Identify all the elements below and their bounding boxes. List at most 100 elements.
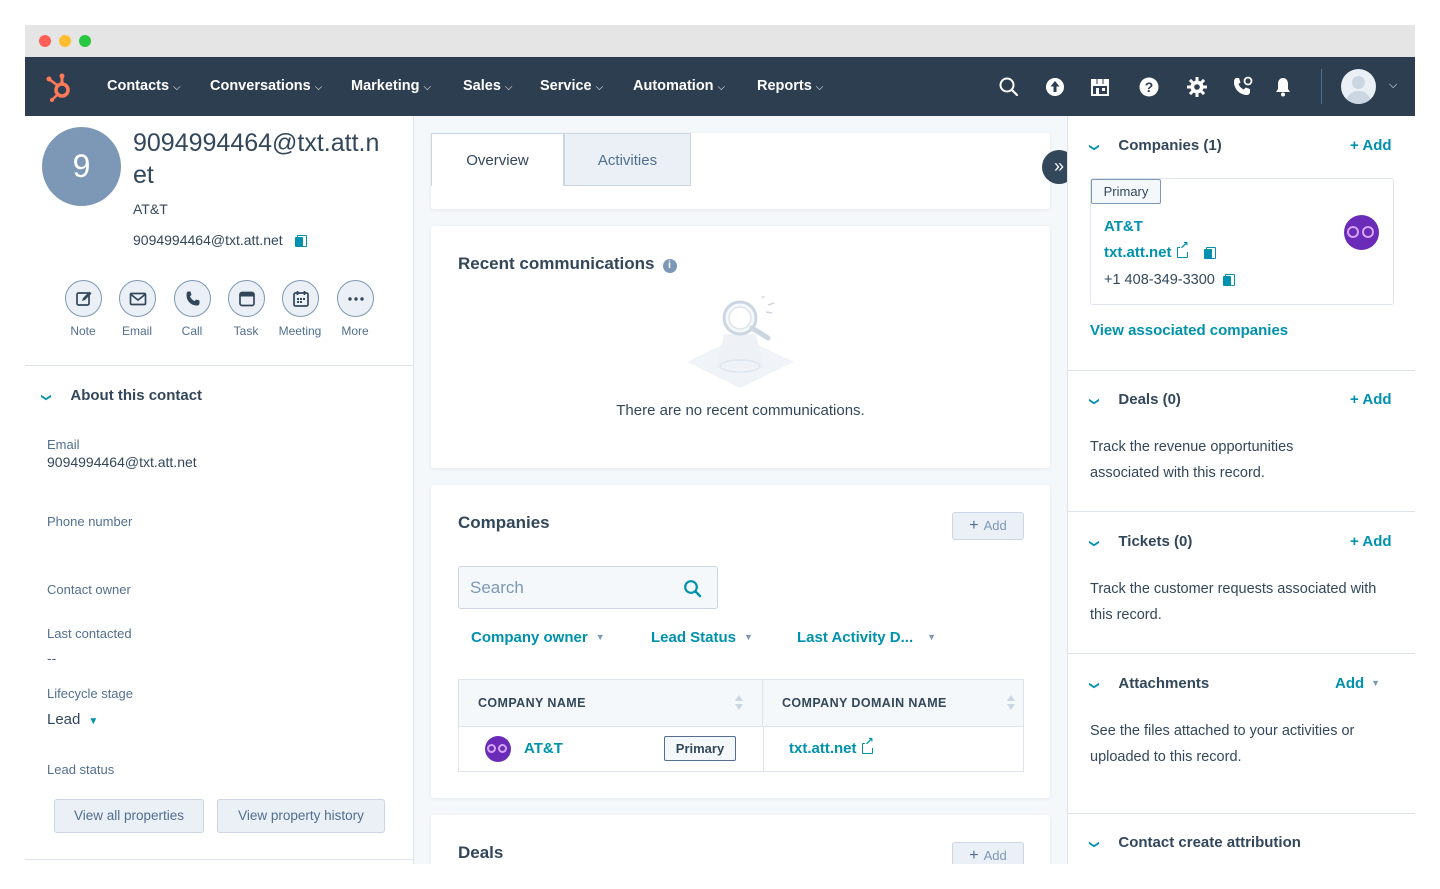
nav-reports[interactable]: Reports ⌵ xyxy=(757,57,823,116)
add-deal-button[interactable]: + Add xyxy=(952,842,1024,864)
section-divider xyxy=(1068,370,1415,371)
meeting-action-label: Meeting xyxy=(278,324,322,338)
lead-status-label: Lead status xyxy=(47,762,115,777)
tab-activities[interactable]: Activities xyxy=(564,133,691,186)
nav-conversations[interactable]: Conversations ⌵ xyxy=(210,57,322,116)
task-action-button[interactable]: Task xyxy=(216,280,276,338)
lifecycle-stage-value: Lead xyxy=(47,711,81,728)
company-domain-column-header[interactable]: COMPANY DOMAIN NAME xyxy=(763,680,1023,727)
chevron-down-icon: ⌵ xyxy=(815,82,824,93)
info-icon[interactable]: i xyxy=(662,259,677,273)
close-window-button[interactable] xyxy=(39,35,51,47)
calling-icon[interactable] xyxy=(1230,75,1254,99)
chevron-down-icon: ⌵ xyxy=(423,82,432,93)
help-icon[interactable]: ? xyxy=(1137,75,1161,99)
external-link-icon[interactable] xyxy=(861,737,874,754)
add-ticket-association-button[interactable]: + Add xyxy=(1350,533,1392,550)
browser-window: Contacts ⌵ Conversations ⌵ Marketing ⌵ Sale… xyxy=(25,25,1415,864)
meeting-action-button[interactable]: Meeting xyxy=(270,280,330,338)
nav-contacts[interactable]: Contacts ⌵ xyxy=(107,57,181,116)
owner-property-value[interactable] xyxy=(47,600,387,622)
nav-sales[interactable]: Sales ⌵ xyxy=(463,57,513,116)
marketplace-icon[interactable] xyxy=(1088,75,1112,99)
view-all-properties-button[interactable]: View all properties xyxy=(54,799,204,833)
notifications-icon[interactable] xyxy=(1271,75,1295,99)
last-activity-filter-label: Last Activity D... xyxy=(797,629,914,646)
associations-sidebar: ❯ Companies (1) + Add Primary AT&T txt.at… xyxy=(1067,116,1415,864)
more-icon xyxy=(336,280,374,317)
account-menu-chevron-icon[interactable]: ⌵ xyxy=(1389,79,1397,92)
tab-overview[interactable]: Overview xyxy=(431,133,564,186)
attribution-section-toggle[interactable]: ❯ Contact create attribution xyxy=(1088,834,1301,851)
deals-card: Deals + Add xyxy=(431,815,1050,864)
chevron-down-icon: ⌵ xyxy=(173,82,181,93)
chevron-down-icon: ⌵ xyxy=(314,82,323,93)
copy-icon[interactable] xyxy=(294,235,307,248)
nav-separator xyxy=(1321,69,1322,104)
last-contacted-value: -- xyxy=(47,650,57,666)
chevron-down-icon: ❯ xyxy=(1088,840,1100,849)
add-attachment-dropdown[interactable]: Add ▼ xyxy=(1335,675,1380,692)
table-row: AT&T Primary txt.att.net xyxy=(459,727,1023,771)
contact-avatar: 9 xyxy=(42,127,121,206)
lifecycle-stage-label: Lifecycle stage xyxy=(47,686,133,701)
external-link-icon[interactable] xyxy=(1176,241,1189,258)
attachments-section-toggle[interactable]: ❯ Attachments xyxy=(1089,675,1210,692)
company-domain-link[interactable]: txt.att.net xyxy=(789,740,857,757)
copy-icon[interactable] xyxy=(1203,247,1216,260)
search-icon[interactable] xyxy=(683,579,703,599)
companies-section-toggle[interactable]: ❯ Companies (1) xyxy=(1089,137,1222,154)
lead-status-filter[interactable]: Lead Status ▼ xyxy=(651,629,753,646)
upgrade-icon[interactable] xyxy=(1043,75,1067,99)
note-icon xyxy=(64,280,102,317)
settings-icon[interactable] xyxy=(1185,75,1209,99)
chevron-down-icon: ❯ xyxy=(1088,539,1100,548)
add-deal-association-button[interactable]: + Add xyxy=(1350,391,1392,408)
lifecycle-stage-dropdown[interactable]: Lead ▼ xyxy=(47,711,98,728)
call-icon xyxy=(173,280,211,317)
tickets-section-toggle[interactable]: ❯ Tickets (0) xyxy=(1088,533,1193,550)
more-action-button[interactable]: More xyxy=(325,280,385,338)
call-action-button[interactable]: Call xyxy=(162,280,222,338)
nav-marketing[interactable]: Marketing ⌵ xyxy=(351,57,431,116)
nav-automation[interactable]: Automation ⌵ xyxy=(633,57,725,116)
hubspot-logo-icon[interactable] xyxy=(43,71,75,103)
chevron-down-icon: ⌵ xyxy=(504,82,513,93)
last-activity-filter[interactable]: Last Activity D... ▼ xyxy=(797,629,936,646)
logo-ring-right xyxy=(1362,226,1374,238)
email-property-label: Email xyxy=(47,437,80,452)
contact-name[interactable]: 9094994464@txt.att.net xyxy=(133,127,388,191)
email-action-button[interactable]: Email xyxy=(107,280,167,338)
about-contact-title: About this contact xyxy=(70,387,203,404)
email-property-value[interactable]: 9094994464@txt.att.net xyxy=(47,454,197,470)
add-attachment-label: Add xyxy=(1335,675,1365,692)
copy-icon[interactable] xyxy=(1222,274,1235,287)
companies-search-input[interactable] xyxy=(459,567,679,608)
add-company-association-button[interactable]: + Add xyxy=(1350,137,1392,154)
company-name-link[interactable]: AT&T xyxy=(524,740,563,757)
about-contact-toggle[interactable]: ❯ About this contact xyxy=(41,387,203,404)
note-action-button[interactable]: Note xyxy=(53,280,113,338)
search-icon[interactable] xyxy=(997,75,1021,99)
section-divider xyxy=(1068,653,1415,654)
associated-company-domain-row: txt.att.net xyxy=(1104,241,1216,261)
window-titlebar xyxy=(25,25,1415,57)
company-owner-filter[interactable]: Company owner ▼ xyxy=(471,629,605,646)
associated-company-domain[interactable]: txt.att.net xyxy=(1104,244,1172,261)
phone-property-value[interactable] xyxy=(47,532,387,554)
deals-section-toggle[interactable]: ❯ Deals (0) xyxy=(1089,391,1181,408)
empty-search-illustration-icon xyxy=(687,296,794,388)
associated-company-card: Primary AT&T txt.att.net +1 408-349-3300 xyxy=(1090,178,1394,305)
add-company-button[interactable]: + Add xyxy=(952,512,1024,540)
maximize-window-button[interactable] xyxy=(79,35,91,47)
email-action-label: Email xyxy=(121,324,152,338)
minimize-window-button[interactable] xyxy=(59,35,71,47)
nav-service[interactable]: Service ⌵ xyxy=(540,57,603,116)
view-property-history-button[interactable]: View property history xyxy=(217,799,385,833)
view-associated-companies-link[interactable]: View associated companies xyxy=(1090,322,1288,339)
recent-communications-card: Recent communications i There are no rece… xyxy=(431,226,1050,468)
contact-email: 9094994464@txt.att.net xyxy=(133,232,283,248)
associated-company-name[interactable]: AT&T xyxy=(1104,218,1143,235)
user-avatar[interactable] xyxy=(1341,69,1376,104)
company-name-column-header[interactable]: COMPANY NAME xyxy=(459,680,763,727)
